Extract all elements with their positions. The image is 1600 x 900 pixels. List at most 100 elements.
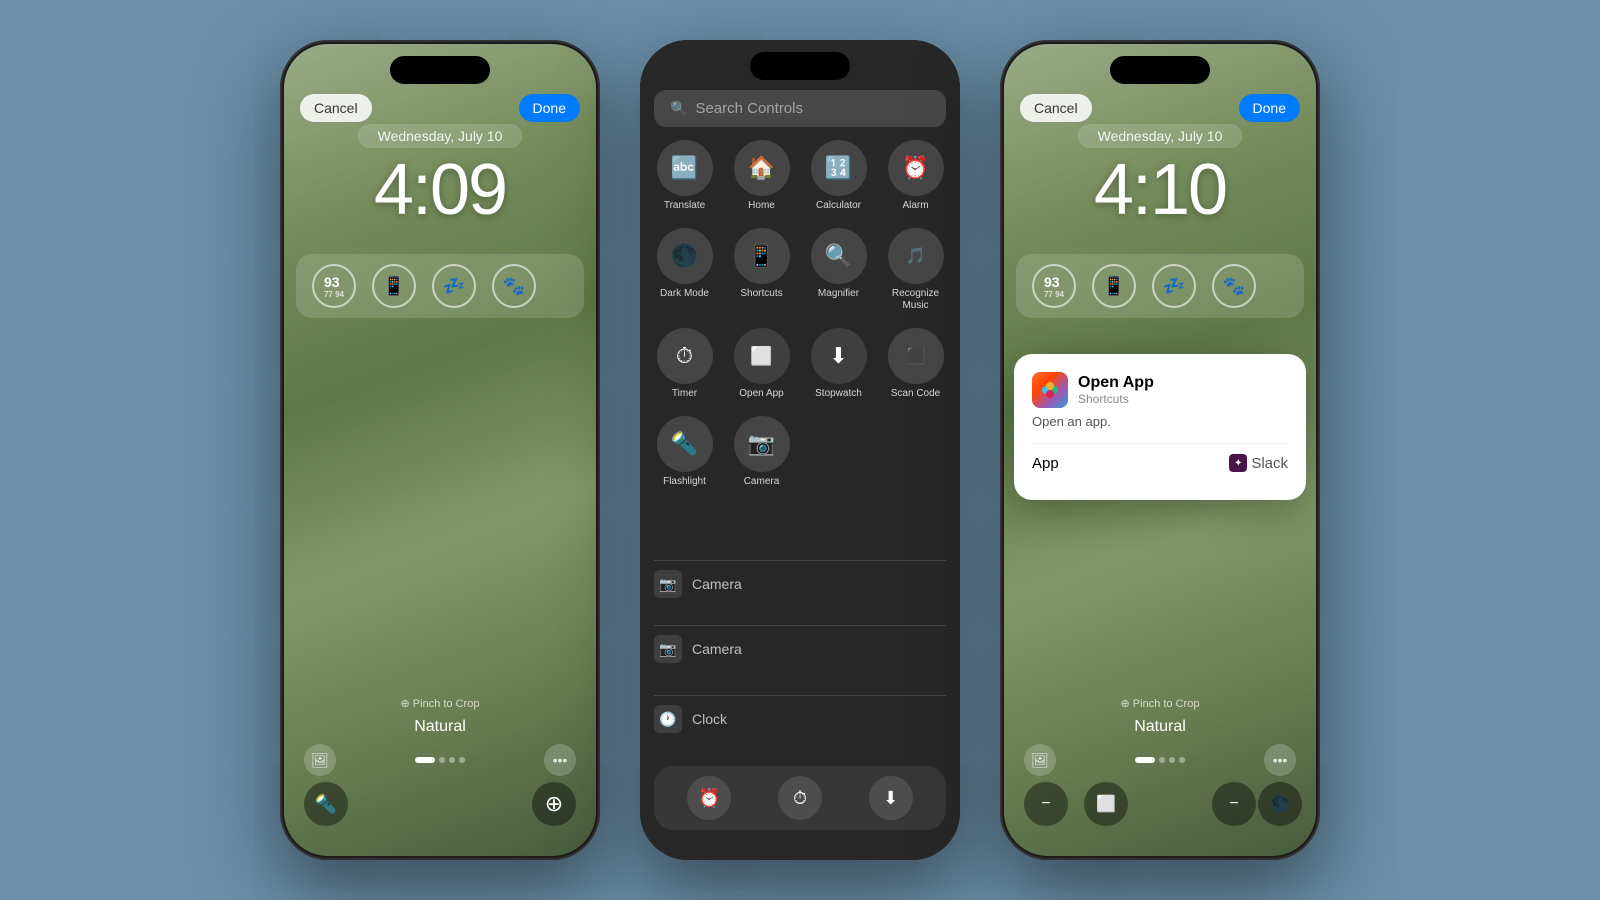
pinch-label-3: ⊕ Pinch to Crop: [1004, 697, 1316, 710]
cancel-button-1[interactable]: Cancel: [300, 94, 372, 122]
dot-3-2: [1159, 757, 1165, 763]
control-alarm[interactable]: ⏰ Alarm: [885, 140, 946, 212]
date-text-3: Wednesday, July 10: [1098, 128, 1223, 144]
time-display-3: 4:10: [1094, 154, 1226, 226]
minus-btn-3r[interactable]: −: [1212, 782, 1256, 826]
filter-name-3: Natural: [1004, 718, 1316, 736]
widgets-row-1: 93 77 94 📱 💤 🐾: [296, 254, 584, 318]
section-camera-2[interactable]: 📷 Camera: [654, 635, 946, 663]
camera-section-icon-1: 📷: [654, 570, 682, 598]
dot-row-3: [1135, 757, 1185, 763]
control-stopwatch[interactable]: ⬇ Stopwatch: [808, 328, 869, 400]
search-placeholder: Search Controls: [695, 100, 803, 117]
sleep-icon-1: 💤: [443, 276, 465, 297]
done-button-1[interactable]: Done: [519, 94, 580, 122]
control-openapp[interactable]: ⬜ Open App: [731, 328, 792, 400]
bottom-icons-3: 🖼 •••: [1004, 744, 1316, 776]
gallery-icon-3[interactable]: 🖼: [1024, 744, 1056, 776]
search-bar[interactable]: 🔍 Search Controls: [654, 90, 946, 127]
control-grid: 🔤 Translate 🏠 Home 🔢 Calculator ⏰ Alarm …: [654, 140, 946, 488]
dot-row-1: [415, 757, 465, 763]
more-icon-1[interactable]: •••: [544, 744, 576, 776]
alarm-icon: ⏰: [888, 140, 944, 196]
phone-3: Cancel Done Wednesday, July 10 4:10 93 7…: [1000, 40, 1320, 860]
pinch-label-1: ⊕ Pinch to Crop: [284, 697, 596, 710]
openapp-label: Open App: [739, 388, 783, 400]
control-camera[interactable]: 📷 Camera: [731, 416, 792, 488]
stopwatch-icon: ⬇: [811, 328, 867, 384]
widget-pet-1: 🐾: [492, 264, 536, 308]
gallery-icon-1[interactable]: 🖼: [304, 744, 336, 776]
calculator-label: Calculator: [816, 200, 861, 212]
section-clock[interactable]: 🕐 Clock: [654, 705, 946, 733]
flashlight-icon: 🔦: [657, 416, 713, 472]
date-display-3: Wednesday, July 10: [1078, 124, 1243, 148]
popup-app-row[interactable]: App ✦ Slack: [1032, 443, 1288, 482]
phone-icon-3: 📱: [1103, 276, 1125, 297]
cancel-button-3[interactable]: Cancel: [1020, 94, 1092, 122]
top-bar-1: Cancel Done: [284, 94, 596, 122]
widget-temp-3: 93 77 94: [1032, 264, 1076, 308]
dynamic-island-2: [750, 52, 850, 80]
translate-label: Translate: [664, 200, 705, 212]
brightness-btn-3[interactable]: 🌑: [1258, 782, 1302, 826]
flashlight-btn-1[interactable]: 🔦: [304, 782, 348, 826]
camera-section-icon-2: 📷: [654, 635, 682, 663]
control-timer[interactable]: ⏱ Timer: [654, 328, 715, 400]
minus-btn-3[interactable]: −: [1024, 782, 1068, 826]
search-icon: 🔍: [670, 100, 687, 117]
bottom-icons-1: 🖼 •••: [284, 744, 596, 776]
more-icon-3[interactable]: •••: [1264, 744, 1296, 776]
pet-icon-1: 🐾: [503, 276, 525, 297]
control-flashlight[interactable]: 🔦 Flashlight: [654, 416, 715, 488]
dot-4: [459, 757, 465, 763]
dot-3: [449, 757, 455, 763]
widget-temp-1: 93 77 94: [312, 264, 356, 308]
divider-3: [654, 695, 946, 696]
popup-desc: Open an app.: [1032, 414, 1288, 429]
phone-icon-1: 📱: [383, 276, 405, 297]
control-calculator[interactable]: 🔢 Calculator: [808, 140, 869, 212]
control-magnifier[interactable]: 🔍 Magnifier: [808, 228, 869, 312]
time-display-1: 4:09: [374, 154, 506, 226]
camera-label-grid: Camera: [744, 476, 780, 488]
calculator-icon: 🔢: [811, 140, 867, 196]
slack-icon: ✦: [1229, 454, 1247, 472]
pet-icon-3: 🐾: [1223, 276, 1245, 297]
phone-2: 🔍 Search Controls 🔤 Translate 🏠 Home 🔢 C…: [640, 40, 960, 860]
done-button-3[interactable]: Done: [1239, 94, 1300, 122]
bottom-dock: ⏰ ⏱ ⬇: [654, 766, 946, 830]
widget-sleep-3: 💤: [1152, 264, 1196, 308]
dock-stopwatch[interactable]: ⬇: [869, 776, 913, 820]
popup-header: Open App Shortcuts: [1032, 372, 1288, 408]
sleep-icon-3: 💤: [1163, 276, 1185, 297]
add-btn-1[interactable]: ⊕: [532, 782, 576, 826]
dock-alarm[interactable]: ⏰: [687, 776, 731, 820]
control-shortcuts[interactable]: 📱 Shortcuts: [731, 228, 792, 312]
camera-icon-grid: 📷: [734, 416, 790, 472]
slack-label: Slack: [1251, 455, 1288, 472]
clock-section-icon: 🕐: [654, 705, 682, 733]
dock-timer[interactable]: ⏱: [778, 776, 822, 820]
phone-1: Cancel Done Wednesday, July 10 4:09 93 7…: [280, 40, 600, 860]
control-recognize-music[interactable]: 🎵 Recognize Music: [885, 228, 946, 312]
timer-icon: ⏱: [657, 328, 713, 384]
control-translate[interactable]: 🔤 Translate: [654, 140, 715, 212]
shortcuts-label: Shortcuts: [740, 288, 782, 300]
section-camera-1[interactable]: 📷 Camera: [654, 570, 946, 598]
home-label: Home: [748, 200, 775, 212]
openapp-icon: ⬜: [734, 328, 790, 384]
openapp-btn-3[interactable]: ⬜: [1084, 782, 1128, 826]
control-darkmode[interactable]: 🌑 Dark Mode: [654, 228, 715, 312]
date-text-1: Wednesday, July 10: [378, 128, 503, 144]
magnifier-label: Magnifier: [818, 288, 859, 300]
time-text-3: 4:10: [1094, 154, 1226, 226]
popup-title: Open App: [1078, 374, 1154, 392]
filter-name-1: Natural: [284, 718, 596, 736]
bottom-controls-1: ⊕ Pinch to Crop Natural 🖼 •••: [284, 697, 596, 776]
widget-phone-3: 📱: [1092, 264, 1136, 308]
control-home[interactable]: 🏠 Home: [731, 140, 792, 212]
control-scancode[interactable]: ⬛ Scan Code: [885, 328, 946, 400]
dot-3-4: [1179, 757, 1185, 763]
divider-2: [654, 625, 946, 626]
